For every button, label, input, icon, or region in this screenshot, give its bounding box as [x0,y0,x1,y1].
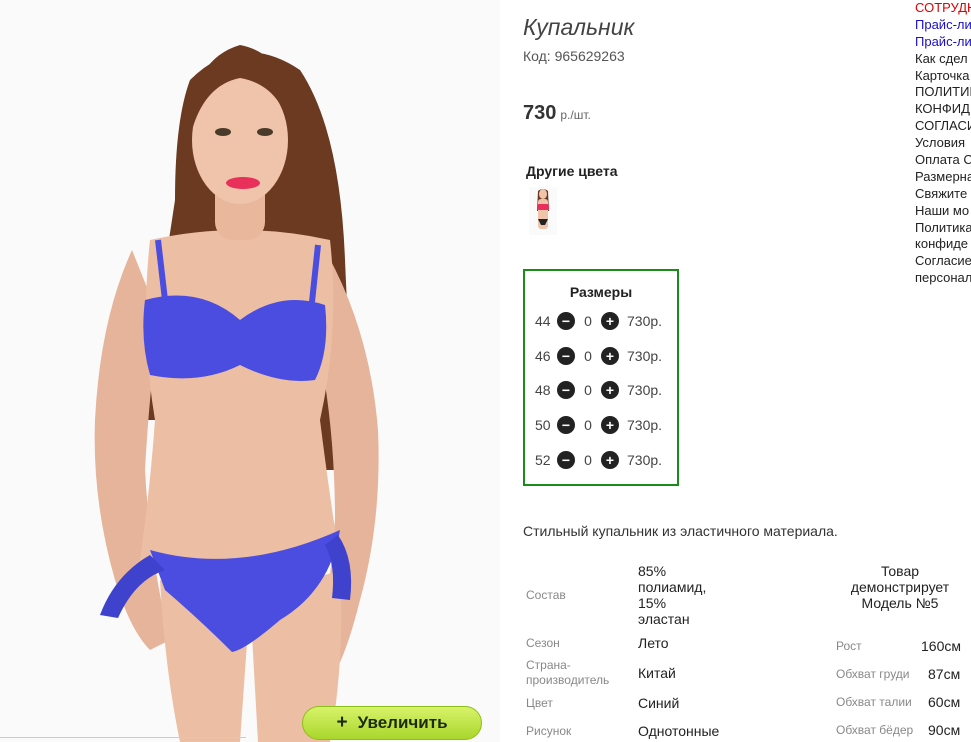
photo-divider [0,737,246,738]
height-label: Рост [836,639,862,653]
zoom-button[interactable]: + Увеличить [302,706,482,740]
side-link[interactable]: Размерна [915,169,971,186]
minus-icon[interactable]: − [557,451,575,469]
plus-icon[interactable]: + [601,381,619,399]
model-title-line: Товар [880,563,920,579]
model-title-line: Модель №5 [861,595,939,611]
other-colors-title: Другие цвета [526,163,618,179]
height-value: 160см [921,638,961,654]
plus-icon[interactable]: + [601,451,619,469]
size-number: 48 [535,382,551,398]
hips-value: 90см [928,722,961,738]
size-quantity[interactable]: 0 [575,417,601,433]
size-row-48: 48 − 0 + 730р. [535,380,662,400]
side-link[interactable]: Карточка [915,68,971,85]
side-link[interactable]: Оплата С [915,152,971,169]
season-label: Сезон [526,636,560,650]
size-price: 730р. [627,382,663,398]
side-link[interactable]: конфиде [915,236,971,253]
plus-icon: + [336,712,348,733]
side-link[interactable]: Свяжите [915,186,971,203]
composition-value: 85% полиамид, 15% эластан [638,563,706,627]
size-row-52: 52 − 0 + 730р. [535,450,662,470]
composition-line: эластан [638,611,690,627]
model-title-line: демонстрирует [850,579,950,595]
composition-line: полиамид, [638,579,707,595]
size-row-50: 50 − 0 + 730р. [535,415,662,435]
size-quantity[interactable]: 0 [575,452,601,468]
size-row-44: 44 − 0 + 730р. [535,311,662,331]
price-amount: 730 [523,102,557,124]
size-quantity[interactable]: 0 [575,382,601,398]
product-price: 730 р./шт. [523,102,591,125]
size-price: 730р. [627,348,663,364]
size-number: 52 [535,452,551,468]
waist-value: 60см [928,694,961,710]
color-value: Синий [638,695,680,711]
model-info-title: Товар демонстрирует Модель №5 [836,563,964,611]
plus-icon[interactable]: + [601,347,619,365]
size-price: 730р. [627,417,663,433]
side-link[interactable]: Политика [915,220,971,237]
minus-icon[interactable]: − [557,381,575,399]
country-label: Страна- производитель [526,658,609,688]
size-number: 50 [535,417,551,433]
side-link[interactable]: Условия [915,135,971,152]
zoom-label: Увеличить [357,713,448,732]
country-value: Китай [638,665,676,681]
color-variant-thumbnail[interactable] [529,187,557,235]
color-label: Цвет [526,696,553,710]
pattern-label: Рисунок [526,724,572,738]
side-link[interactable]: персонал [915,270,971,287]
plus-icon[interactable]: + [601,312,619,330]
product-photo[interactable]: + Увеличить [0,0,500,742]
size-row-46: 46 − 0 + 730р. [535,346,662,366]
product-code: Код: 965629263 [523,48,625,64]
price-unit: р./шт. [560,108,591,122]
plus-icon[interactable]: + [601,416,619,434]
side-link[interactable]: Как сдел [915,51,971,68]
pattern-value: Однотонные [638,723,720,739]
composition-label: Состав [526,588,566,602]
minus-icon[interactable]: − [557,416,575,434]
size-price: 730р. [627,313,663,329]
bust-label: Обхват груди [836,667,910,681]
waist-label: Обхват талии [836,695,912,709]
hips-label: Обхват бёдер [836,723,914,737]
composition-line: 85% [638,563,667,579]
size-quantity[interactable]: 0 [575,348,601,364]
side-link[interactable]: Прайс-ли [915,17,971,34]
side-links: СОТРУДН Прайс-ли Прайс-ли Как сдел Карто… [915,0,971,287]
product-title: Купальник [523,14,635,40]
side-link[interactable]: СОТРУДН [915,0,971,17]
minus-icon[interactable]: − [557,347,575,365]
product-description: Стильный купальник из эластичного матери… [523,523,838,539]
season-value: Лето [638,635,669,651]
bust-value: 87см [928,666,961,682]
size-quantity[interactable]: 0 [575,313,601,329]
side-link[interactable]: Прайс-ли [915,34,971,51]
country-label-line: Страна- [526,658,571,672]
model-photo-illustration [94,45,379,742]
size-price: 730р. [627,452,663,468]
size-number: 46 [535,348,551,364]
minus-icon[interactable]: − [557,312,575,330]
side-link[interactable]: КОНФИД [915,101,971,118]
country-label-line: производитель [526,673,610,687]
side-link[interactable]: СОГЛАСИ [915,118,971,135]
size-number: 44 [535,313,551,329]
composition-line: 15% [638,595,667,611]
side-link[interactable]: Согласие [915,253,971,270]
sizes-panel: Размеры 44 − 0 + 730р. 46 − 0 + 730р. 48… [523,269,679,486]
side-link[interactable]: Наши мо [915,203,971,220]
side-link[interactable]: ПОЛИТИК [915,84,971,101]
sizes-title: Размеры [569,284,633,300]
